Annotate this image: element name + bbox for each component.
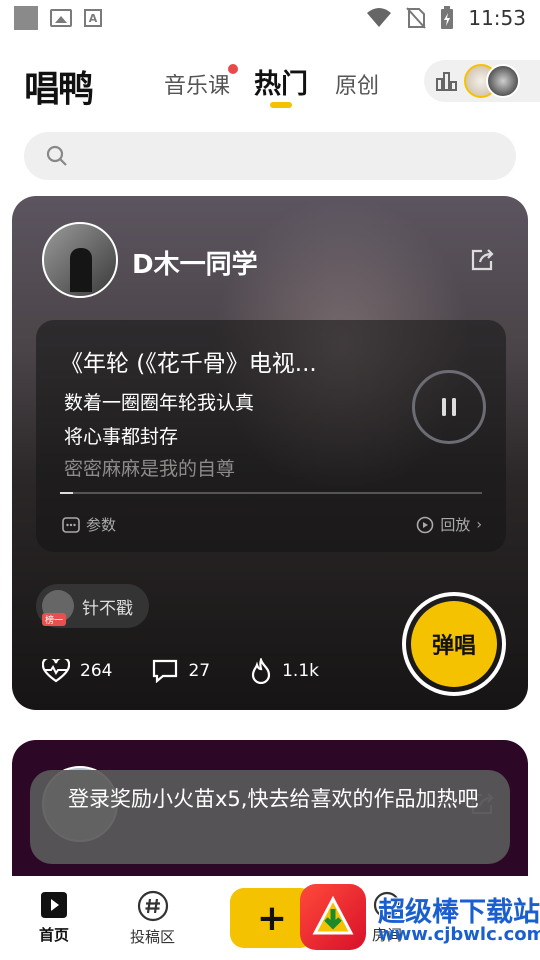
tab-music-class[interactable]: 音乐课 <box>164 64 239 100</box>
user-name[interactable]: D木一同学 <box>132 244 258 281</box>
search-bar[interactable] <box>24 132 516 180</box>
search-icon <box>46 145 67 166</box>
image-icon <box>50 9 72 27</box>
ranking-entry[interactable] <box>424 60 540 102</box>
heat-stat[interactable]: 1.1k <box>250 658 319 684</box>
replay-button[interactable]: 回放 › <box>416 514 482 535</box>
fire-icon <box>251 658 271 684</box>
tab-hot[interactable]: 热门 <box>254 62 308 101</box>
fan-avatar: 榜一 <box>42 590 74 626</box>
nav-home[interactable]: 首页 <box>38 890 70 945</box>
feed-card[interactable]: D木一同学 《年轮 (《花千骨》电视... 数着一圈圈年轮我认真 将心事都封存 … <box>12 196 528 710</box>
avatar[interactable] <box>42 222 118 298</box>
clock: 11:53 <box>468 6 526 30</box>
lyric-line: 数着一圈圈年轮我认真 <box>64 392 255 414</box>
tab-original[interactable]: 原创 <box>335 68 379 100</box>
progress-fill <box>60 492 73 494</box>
rank-tag: 榜一 <box>42 613 67 626</box>
lyric-line: 密密麻麻是我的自尊 <box>64 458 236 480</box>
watermark: 超级棒下载站 www.cjbwlc.com <box>296 882 540 952</box>
toast-message: 登录奖励小火苗x5,快去给喜欢的作品加热吧 <box>30 770 510 864</box>
no-sim-icon <box>406 7 427 29</box>
params-button[interactable]: 参数 <box>62 514 116 535</box>
progress-bar[interactable] <box>60 492 482 494</box>
heart-icon <box>42 659 70 683</box>
active-tab-indicator <box>270 102 292 108</box>
notification-square-icon <box>14 6 38 30</box>
pause-button[interactable] <box>412 370 486 444</box>
song-title: 《年轮 (《花千骨》电视... <box>60 351 317 377</box>
battery-icon <box>441 6 454 29</box>
stats-row: 264 27 1.1k <box>42 658 359 684</box>
download-logo-icon <box>300 884 366 950</box>
like-stat[interactable]: 264 <box>42 659 112 683</box>
wifi-icon <box>367 8 392 27</box>
pause-icon <box>442 398 456 416</box>
a-icon: A <box>84 9 102 27</box>
sing-button[interactable]: 弹唱 <box>402 592 506 696</box>
home-icon <box>41 892 67 918</box>
app-logo: 唱鸭 <box>24 69 94 110</box>
fan-name: 针不戳 <box>82 598 133 619</box>
watermark-url: www.cjbwlc.com <box>378 924 540 945</box>
notification-dot <box>228 64 239 74</box>
comment-icon <box>153 659 178 683</box>
comment-stat[interactable]: 27 <box>152 659 210 683</box>
status-bar: A 11:53 <box>0 0 540 36</box>
bar-chart-icon <box>436 72 457 91</box>
lyric-line: 将心事都封存 <box>64 426 179 448</box>
chevron-right-icon: › <box>476 516 482 533</box>
nav-submissions[interactable]: 投稿区 <box>130 890 175 947</box>
replay-icon <box>417 516 434 533</box>
params-icon <box>62 516 80 533</box>
top-fan-chip[interactable]: 榜一 针不戳 <box>36 584 149 628</box>
hashtag-icon <box>137 890 168 922</box>
rank-avatar <box>486 64 520 98</box>
lyrics-panel[interactable]: 《年轮 (《花千骨》电视... 数着一圈圈年轮我认真 将心事都封存 密密麻麻是我… <box>36 320 506 552</box>
share-icon[interactable] <box>470 248 496 272</box>
